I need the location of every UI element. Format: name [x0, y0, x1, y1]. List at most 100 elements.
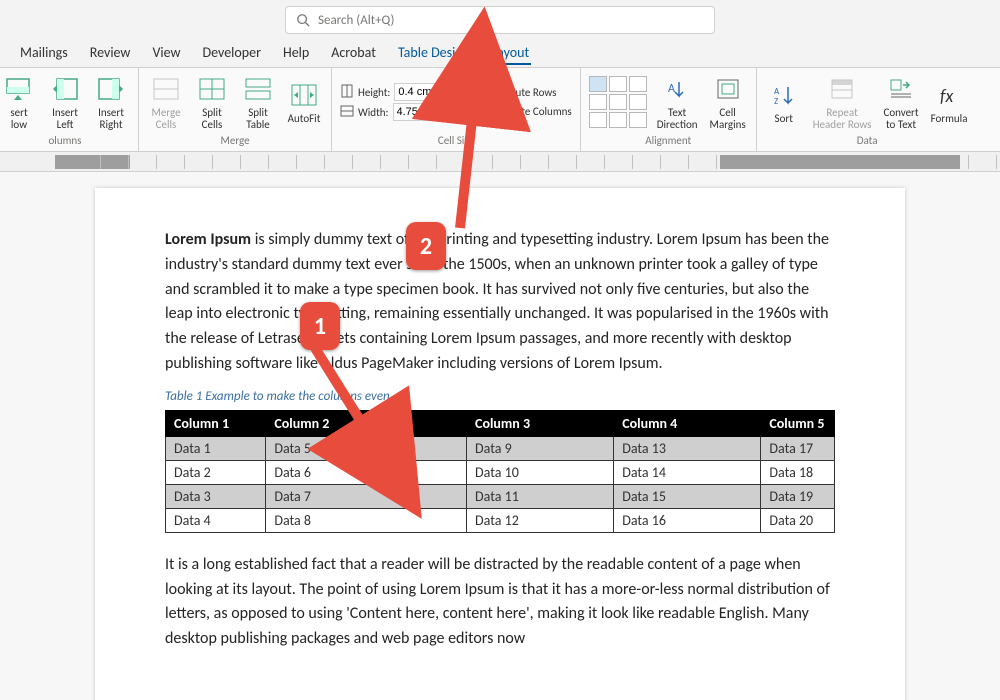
paragraph-1-body: is simply dummy text of the printing and… [165, 230, 829, 373]
align-top-center[interactable] [609, 76, 627, 92]
titlebar-search-row: Search (Alt+Q) [0, 0, 1000, 36]
distribute-rows-icon [466, 84, 482, 101]
text-direction-icon: A [661, 73, 693, 105]
paragraph-2[interactable]: It is a long established fact that a rea… [165, 553, 835, 652]
formula-icon: fx [933, 79, 965, 111]
tab-help[interactable]: Help [281, 42, 311, 65]
table-cell[interactable]: Data 20 [761, 508, 835, 532]
paragraph-1[interactable]: Lorem Ipsum is simply dummy text of the … [165, 228, 835, 377]
split-cells-button[interactable]: Split Cells [193, 73, 231, 131]
group-rows-columns: sert low Insert Left Insert Right olumns [0, 68, 139, 151]
table-header[interactable]: Column 3 [467, 410, 614, 436]
insert-below-button[interactable]: sert low [0, 73, 38, 131]
cell-margins-icon [712, 73, 744, 105]
table-cell[interactable]: Data 3 [166, 484, 266, 508]
distribute-rows-button[interactable]: Distribute Rows [466, 84, 571, 101]
table-caption[interactable]: Table 1 Example to make the columns even… [165, 389, 835, 404]
svg-text:fx: fx [940, 85, 953, 106]
svg-text:Z: Z [774, 96, 778, 106]
table-cell[interactable]: Data 5 [266, 436, 467, 460]
group-data: AZ Sort Repeat Header Rows Convert to Te… [757, 68, 978, 151]
align-mid-right[interactable] [629, 94, 647, 110]
table-cell[interactable]: Data 4 [166, 508, 266, 532]
group-alignment: A Text Direction Cell Margins Alignment [581, 68, 757, 151]
width-input[interactable] [393, 103, 441, 121]
insert-left-icon [49, 73, 81, 105]
table-cell[interactable]: Data 2 [166, 460, 266, 484]
insert-left-button[interactable]: Insert Left [46, 73, 84, 131]
height-input[interactable] [394, 83, 442, 101]
table-cell[interactable]: Data 11 [467, 484, 614, 508]
paragraph-1-lead: Lorem Ipsum [165, 230, 251, 249]
table-cell[interactable]: Data 7 [266, 484, 467, 508]
row-height-control: Height: ▲▼ [340, 83, 458, 101]
table-row[interactable]: Data 1Data 5Data 9Data 13Data 17 [166, 436, 835, 460]
table-header[interactable]: Column 2 [266, 410, 467, 436]
table-cell[interactable]: Data 16 [614, 508, 761, 532]
table-cell[interactable]: Data 13 [614, 436, 761, 460]
tab-acrobat[interactable]: Acrobat [329, 42, 378, 65]
align-mid-center[interactable] [609, 94, 627, 110]
distribute-columns-icon [466, 103, 482, 120]
tab-review[interactable]: Review [88, 42, 133, 65]
table-cell[interactable]: Data 15 [614, 484, 761, 508]
insert-below-icon [3, 73, 35, 105]
align-top-left[interactable] [589, 76, 607, 92]
group-label-data: Data [857, 132, 878, 149]
repeat-header-button[interactable]: Repeat Header Rows [811, 73, 874, 131]
table-row[interactable]: Data 2Data 6Data 10Data 14Data 18 [166, 460, 835, 484]
tab-table-design[interactable]: Table Design [396, 42, 471, 65]
group-label-cell-size: Cell Size [438, 132, 474, 149]
table-cell[interactable]: Data 10 [467, 460, 614, 484]
table-cell[interactable]: Data 1 [166, 436, 266, 460]
align-top-right[interactable] [629, 76, 647, 92]
table-cell[interactable]: Data 8 [266, 508, 467, 532]
table-cell[interactable]: Data 12 [467, 508, 614, 532]
horizontal-ruler[interactable] [0, 152, 1000, 172]
distribute-columns-button[interactable]: Distribute Columns [466, 103, 571, 120]
search-icon [296, 13, 310, 27]
align-mid-left[interactable] [589, 94, 607, 110]
table-cell[interactable]: Data 14 [614, 460, 761, 484]
table-row[interactable]: Data 3Data 7Data 11Data 15Data 19 [166, 484, 835, 508]
example-table[interactable]: Column 1Column 2Column 3Column 4Column 5… [165, 410, 835, 533]
repeat-header-icon [826, 73, 858, 105]
align-bot-center[interactable] [609, 112, 627, 128]
group-label-rows-columns: olumns [49, 132, 82, 149]
search-box[interactable]: Search (Alt+Q) [285, 6, 715, 34]
table-header[interactable]: Column 1 [166, 410, 266, 436]
cell-margins-button[interactable]: Cell Margins [708, 73, 748, 131]
tab-layout[interactable]: Layout [489, 42, 531, 65]
tab-mailings[interactable]: Mailings [18, 42, 70, 65]
table-cell[interactable]: Data 6 [266, 460, 467, 484]
table-cell[interactable]: Data 9 [467, 436, 614, 460]
group-label-merge: Merge [220, 132, 249, 149]
autofit-button[interactable]: AutoFit [285, 79, 323, 125]
table-header[interactable]: Column 5 [761, 410, 835, 436]
document-canvas[interactable]: Lorem Ipsum is simply dummy text of the … [0, 172, 1000, 700]
tab-view[interactable]: View [150, 42, 182, 65]
table-cell[interactable]: Data 19 [761, 484, 835, 508]
svg-text:A: A [668, 82, 675, 96]
text-direction-button[interactable]: A Text Direction [655, 73, 700, 131]
table-row[interactable]: Data 4Data 8Data 12Data 16Data 20 [166, 508, 835, 532]
search-placeholder: Search (Alt+Q) [318, 13, 394, 28]
align-bot-left[interactable] [589, 112, 607, 128]
tab-developer[interactable]: Developer [201, 42, 263, 65]
split-table-button[interactable]: Split Table [239, 73, 277, 131]
width-spinner[interactable]: ▲▼ [443, 104, 457, 120]
document-page[interactable]: Lorem Ipsum is simply dummy text of the … [95, 188, 905, 700]
table-header[interactable]: Column 4 [614, 410, 761, 436]
table-cell[interactable]: Data 17 [761, 436, 835, 460]
height-spinner[interactable]: ▲▼ [444, 84, 458, 100]
sort-button[interactable]: AZ Sort [765, 79, 803, 125]
convert-to-text-button[interactable]: Convert to Text [881, 73, 920, 131]
formula-button[interactable]: fx Formula [929, 79, 970, 125]
height-icon [340, 84, 354, 101]
merge-cells-icon [150, 73, 182, 105]
align-bot-right[interactable] [629, 112, 647, 128]
table-cell[interactable]: Data 18 [761, 460, 835, 484]
insert-right-button[interactable]: Insert Right [92, 73, 130, 131]
alignment-grid [589, 76, 647, 128]
merge-cells-button[interactable]: Merge Cells [147, 73, 185, 131]
